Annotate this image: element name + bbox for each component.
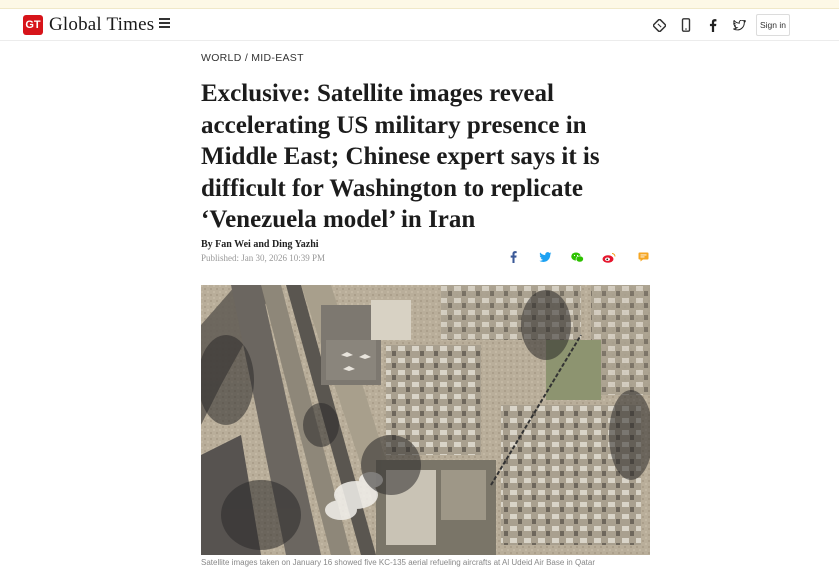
- mobile-icon[interactable]: [678, 17, 694, 33]
- hamburger-menu-icon[interactable]: [159, 18, 170, 28]
- top-notice-strip: [0, 0, 839, 9]
- site-logo-text[interactable]: Global Times: [49, 14, 154, 36]
- subsection-link[interactable]: MID-EAST: [251, 52, 304, 64]
- breadcrumb-separator: /: [244, 52, 249, 64]
- share-twitter-icon[interactable]: [538, 250, 552, 264]
- share-facebook-icon[interactable]: [506, 250, 520, 264]
- newspaper-icon[interactable]: [651, 17, 667, 33]
- article-byline: By Fan Wei and Ding Yazhi: [201, 239, 319, 250]
- publish-date: Published: Jan 30, 2026 10:39 PM: [201, 253, 326, 263]
- breadcrumb: WORLD / MID-EAST: [201, 52, 304, 64]
- site-header: GT Global Times Sign in: [0, 9, 839, 41]
- sign-in-button[interactable]: Sign in: [756, 14, 790, 36]
- facebook-icon[interactable]: [705, 17, 721, 33]
- article-title: Exclusive: Satellite images reveal accel…: [201, 80, 600, 233]
- logo-badge[interactable]: GT: [23, 15, 43, 35]
- share-wechat-icon[interactable]: [570, 250, 584, 264]
- section-link[interactable]: WORLD: [201, 52, 242, 64]
- share-weibo-icon[interactable]: [602, 250, 616, 264]
- twitter-icon[interactable]: [731, 17, 747, 33]
- image-caption: Satellite images taken on January 16 sho…: [201, 558, 595, 567]
- share-comment-icon[interactable]: [636, 250, 650, 264]
- satellite-image: [201, 285, 650, 555]
